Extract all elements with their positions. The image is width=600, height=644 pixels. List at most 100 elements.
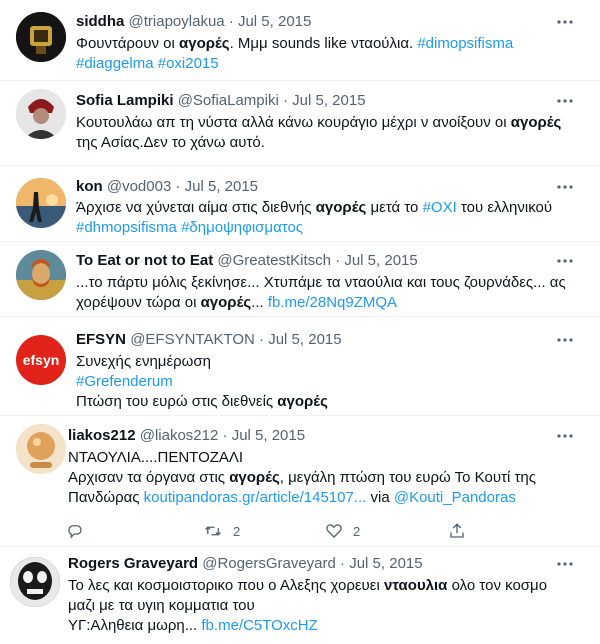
more-icon[interactable] bbox=[556, 13, 574, 31]
handle[interactable]: @liakos212 bbox=[140, 427, 219, 444]
dot-separator: · bbox=[222, 427, 228, 444]
avatar[interactable] bbox=[16, 89, 66, 139]
avatar[interactable]: efsyn bbox=[16, 335, 66, 385]
display-name[interactable]: Rogers Graveyard bbox=[68, 555, 198, 572]
avatar-image-icon bbox=[16, 178, 66, 228]
text: ολο τον κοσμο bbox=[447, 577, 548, 594]
highlight: νταουλια bbox=[383, 577, 448, 594]
hashtag[interactable]: #dhmopsifisma bbox=[76, 219, 177, 236]
tweet-text: Άρχισε να χύνεται αίμα στις διεθνής αγορ… bbox=[76, 198, 552, 238]
avatar[interactable] bbox=[10, 557, 60, 607]
hashtag[interactable]: #dimopsifisma bbox=[417, 35, 513, 52]
text: του ελληνικού bbox=[456, 199, 553, 216]
timestamp[interactable]: Jul 5, 2015 bbox=[238, 13, 311, 30]
avatar-image-icon bbox=[10, 557, 60, 607]
text: μετά το bbox=[366, 199, 423, 216]
tweet-text: Κουτουλάω απ τη νύστα αλλά κάνω κουράγιο… bbox=[76, 113, 561, 153]
highlight: αγορές bbox=[200, 294, 252, 311]
text: via bbox=[366, 489, 394, 506]
hashtag[interactable]: #oxi2015 bbox=[158, 55, 219, 72]
tweet-liakos212[interactable]: liakos212 @liakos212 · Jul 5, 2015 ΝΤΑΟΥ… bbox=[0, 416, 600, 546]
dot-separator: · bbox=[340, 555, 346, 572]
timestamp[interactable]: Jul 5, 2015 bbox=[292, 92, 365, 109]
display-name[interactable]: kon bbox=[76, 178, 103, 195]
handle[interactable]: @RogersGraveyard bbox=[202, 555, 336, 572]
display-name[interactable]: Sofia Lampiki bbox=[76, 92, 174, 109]
hashtag[interactable]: #δημοψηφισματος bbox=[181, 219, 303, 236]
avatar[interactable] bbox=[16, 12, 66, 62]
link[interactable]: koutipandoras.gr/article/145107... bbox=[144, 489, 367, 506]
more-icon[interactable] bbox=[556, 427, 574, 445]
avatar[interactable] bbox=[16, 178, 66, 228]
tweet-siddha[interactable]: siddha @triapoylakua · Jul 5, 2015 Φουντ… bbox=[0, 0, 600, 80]
text: μαζι με τα υγιη κομματια του bbox=[68, 597, 255, 614]
text: Πανδώρας bbox=[68, 489, 144, 506]
tweet-text: ΝΤΑΟΥΛΙΑ....ΠΕΝΤΟΖΑΛΙ Αρχισαν τα όργανα … bbox=[68, 448, 536, 508]
text: ... bbox=[251, 294, 268, 311]
share-icon bbox=[450, 523, 464, 538]
text: της Ασίας.Δεν το χάνω αυτό. bbox=[76, 134, 265, 151]
dot-separator: · bbox=[335, 252, 341, 269]
hashtag[interactable]: #diaggelma bbox=[76, 55, 154, 72]
reply-icon bbox=[68, 525, 82, 539]
efsyn-logo: efsyn bbox=[22, 352, 60, 368]
retweet-count: 2 bbox=[233, 523, 241, 539]
timestamp[interactable]: Jul 5, 2015 bbox=[232, 427, 305, 444]
text: Φουντάρουν οι bbox=[76, 35, 179, 52]
text: Πτώση του ευρώ στις διεθνείς bbox=[76, 393, 278, 410]
avatar[interactable] bbox=[16, 424, 66, 474]
tweet-efsyn[interactable]: efsyn EFSYN @EFSYNTAKTON · Jul 5, 2015 Σ… bbox=[0, 317, 600, 415]
more-icon[interactable] bbox=[556, 555, 574, 573]
share-button[interactable] bbox=[448, 522, 466, 540]
more-icon[interactable] bbox=[556, 252, 574, 270]
like-icon bbox=[326, 524, 342, 538]
text: ΥΓ:Αληθεια μωρη... bbox=[68, 617, 202, 634]
mention[interactable]: @Kouti_Pandoras bbox=[394, 489, 516, 506]
link[interactable]: fb.me/28Nq9ZMQA bbox=[268, 294, 397, 311]
display-name[interactable]: To Eat or not to Eat bbox=[76, 252, 213, 269]
tweet-to-eat-or-not-to-eat[interactable]: To Eat or not to Eat @GreatestKitsch · J… bbox=[0, 242, 600, 316]
reply-button[interactable] bbox=[66, 522, 84, 540]
display-name[interactable]: liakos212 bbox=[68, 427, 136, 444]
more-icon[interactable] bbox=[556, 92, 574, 110]
link[interactable]: fb.me/C5TOxcHZ bbox=[201, 617, 317, 634]
text: . Μμμ sounds like νταούλια. bbox=[229, 35, 418, 52]
highlight: αγορές bbox=[179, 35, 230, 52]
avatar-image-icon bbox=[16, 250, 66, 300]
timestamp[interactable]: Jul 5, 2015 bbox=[344, 252, 417, 269]
tweet-text: Συνεχής ενημέρωση #Grefenderum Πτώση του… bbox=[76, 352, 328, 412]
like-button[interactable]: 2 bbox=[325, 522, 360, 540]
text: Αρχισαν τα όργανα στις bbox=[68, 469, 230, 486]
hashtag[interactable]: #Grefenderum bbox=[76, 372, 328, 392]
more-icon[interactable] bbox=[556, 331, 574, 349]
highlight: αγορές bbox=[229, 469, 280, 486]
retweet-icon bbox=[205, 526, 221, 536]
text: Άρχισε να χύνεται αίμα στις διεθνής bbox=[76, 199, 316, 216]
retweet-button[interactable]: 2 bbox=[203, 522, 240, 540]
tweet-rogers-graveyard[interactable]: Rogers Graveyard @RogersGraveyard · Jul … bbox=[0, 547, 600, 644]
timestamp[interactable]: Jul 5, 2015 bbox=[349, 555, 422, 572]
dot-separator: · bbox=[175, 178, 181, 195]
handle[interactable]: @GreatestKitsch bbox=[217, 252, 331, 269]
tweet-sofia-lampiki[interactable]: Sofia Lampiki @SofiaLampiki · Jul 5, 201… bbox=[0, 81, 600, 165]
tweet-text: Φουντάρουν οι αγορές. Μμμ sounds like ντ… bbox=[76, 34, 513, 74]
handle[interactable]: @EFSYNTAKTON bbox=[130, 331, 255, 348]
text: Συνεχής ενημέρωση bbox=[76, 353, 211, 370]
avatar[interactable] bbox=[16, 250, 66, 300]
timestamp[interactable]: Jul 5, 2015 bbox=[185, 178, 258, 195]
avatar-image-icon bbox=[16, 424, 66, 474]
avatar-image-icon bbox=[16, 89, 66, 139]
handle[interactable]: @vod003 bbox=[107, 178, 171, 195]
display-name[interactable]: EFSYN bbox=[76, 331, 126, 348]
hashtag[interactable]: #ΟΧΙ bbox=[423, 199, 457, 216]
highlight: αγορές bbox=[315, 199, 367, 216]
text: Το λες και κοσμοιστορικο που ο Αλεξης χο… bbox=[68, 577, 384, 594]
dot-separator: · bbox=[228, 13, 234, 30]
more-icon[interactable] bbox=[556, 178, 574, 196]
handle[interactable]: @SofiaLampiki bbox=[178, 92, 279, 109]
tweet-kon[interactable]: kon @vod003 · Jul 5, 2015 Άρχισε να χύνε… bbox=[0, 166, 600, 241]
display-name[interactable]: siddha bbox=[76, 13, 124, 30]
tweet-text: Το λες και κοσμοιστορικο που ο Αλεξης χο… bbox=[68, 576, 547, 636]
handle[interactable]: @triapoylakua bbox=[129, 13, 225, 30]
timestamp[interactable]: Jul 5, 2015 bbox=[268, 331, 341, 348]
